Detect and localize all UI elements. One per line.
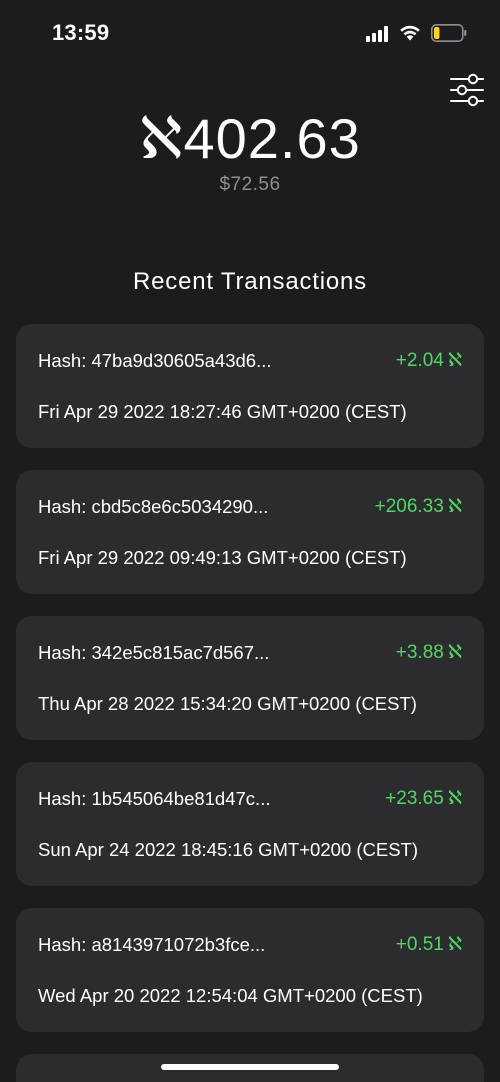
amount-value: +0.51 (395, 934, 444, 955)
aleph-currency-icon: ℵ (447, 495, 462, 517)
aleph-currency-icon: ℵ (447, 641, 462, 663)
cellular-signal-icon (366, 26, 388, 42)
transaction-date: Sun Apr 24 2022 18:45:16 GMT+0200 (CEST) (38, 839, 418, 860)
wallet-screen: 13:59 ℵ402.63 $72.56 Recent Transactions… (0, 0, 500, 1082)
transaction-date: Fri Apr 29 2022 18:27:46 GMT+0200 (CEST) (38, 401, 407, 422)
transaction-date: Wed Apr 20 2022 12:54:04 GMT+0200 (CEST) (38, 985, 423, 1006)
transaction-card[interactable]: Hash: cbd5c8e6c5034290... +206.33 ℵ Fri A… (16, 470, 484, 594)
transaction-hash: Hash: 342e5c815ac7d567... (38, 642, 270, 663)
transaction-hash: Hash: a8143971072b3fce... (38, 934, 266, 955)
battery-icon (431, 24, 467, 42)
sliders-icon[interactable] (448, 72, 486, 108)
amount-value: +2.04 (395, 350, 444, 371)
transaction-card[interactable]: Hash: 1b545064be81d47c... +23.65 ℵ Sun Ap… (16, 762, 484, 886)
transaction-amount: +0.51 ℵ (396, 933, 462, 956)
transaction-hash: Hash: 47ba9d30605a43d6... (38, 350, 272, 371)
section-title: Recent Transactions (133, 268, 367, 295)
aleph-currency-icon: ℵ (447, 787, 462, 809)
transaction-card[interactable]: Hash: 342e5c815ac7d567... +3.88 ℵ Thu Apr… (16, 616, 484, 740)
transaction-amount: +3.88 ℵ (396, 641, 462, 664)
transaction-amount: +2.04 ℵ (396, 349, 462, 372)
transaction-card[interactable]: Hash: 47ba9d30605a43d6... +2.04 ℵ Fri Apr… (16, 324, 484, 448)
balance-amount: ℵ402.63 (0, 104, 500, 173)
home-indicator[interactable] (161, 1064, 339, 1070)
fiat-balance: $72.56 (219, 174, 281, 195)
amount-value: +3.88 (395, 642, 444, 663)
transaction-hash: Hash: 1b545064be81d47c... (38, 788, 271, 809)
aleph-currency-icon: ℵ (447, 349, 462, 371)
transaction-amount: +23.65 ℵ (385, 787, 462, 810)
transaction-date: Fri Apr 29 2022 09:49:13 GMT+0200 (CEST) (38, 547, 407, 568)
wifi-icon (400, 25, 420, 41)
balance-value: 402.63 (183, 107, 361, 170)
transaction-list: Hash: 47ba9d30605a43d6... +2.04 ℵ Fri Apr… (16, 324, 484, 1082)
transaction-date: Thu Apr 28 2022 15:34:20 GMT+0200 (CEST) (38, 693, 417, 714)
status-bar: 13:59 (0, 0, 500, 68)
aleph-currency-icon: ℵ (447, 933, 462, 955)
amount-value: +206.33 (374, 496, 444, 517)
amount-value: +23.65 (385, 788, 444, 809)
aleph-currency-icon: ℵ (139, 104, 184, 172)
transaction-card[interactable]: Hash: a8143971072b3fce... +0.51 ℵ Wed Apr… (16, 908, 484, 1032)
transaction-amount: +206.33 ℵ (375, 495, 462, 518)
transaction-hash: Hash: cbd5c8e6c5034290... (38, 496, 269, 517)
status-time: 13:59 (52, 20, 110, 45)
